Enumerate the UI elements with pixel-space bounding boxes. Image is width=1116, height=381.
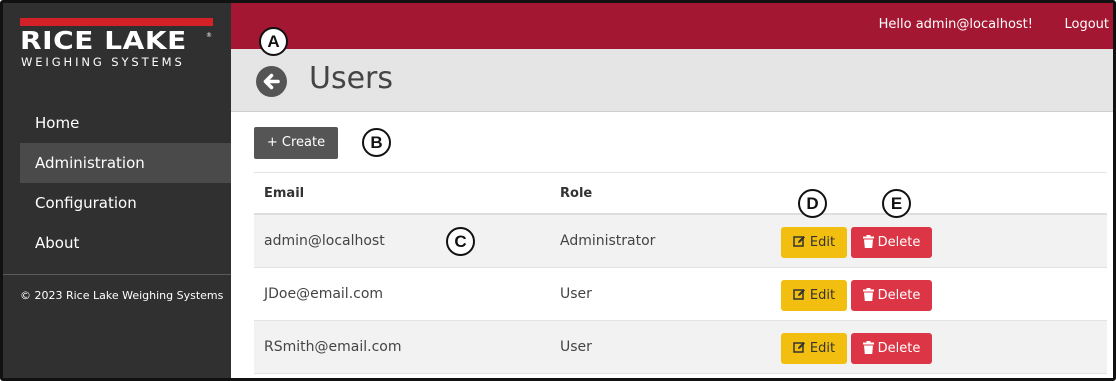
column-header-role: Role [560,186,593,201]
rice-lake-logo: RICE LAKE ® WEIGHING SYSTEMS [20,18,217,78]
callout-c: C [446,227,475,256]
delete-button[interactable]: Delete [851,280,932,311]
create-button[interactable]: + Create [254,127,338,159]
delete-button[interactable]: Delete [851,333,932,364]
edit-label: Edit [809,288,836,303]
delete-label: Delete [877,341,921,356]
logo-tagline: WEIGHING SYSTEMS [21,55,185,69]
logo-red-bar [20,18,213,26]
callout-b: B [362,128,391,157]
sidebar-divider [3,274,231,275]
email-cell: JDoe@email.com [264,286,384,302]
table-row: RSmith@email.com User Edit Delete [254,321,1107,374]
trash-icon [862,288,874,301]
edit-label: Edit [809,341,836,356]
table-row: admin@localhost Administrator Edit Delet… [254,215,1107,268]
edit-icon [793,342,805,353]
copyright-text: © 2023 Rice Lake Weighing Systems [20,289,224,302]
callout-a: A [259,27,288,56]
role-cell: User [560,339,592,355]
role-cell: User [560,286,592,302]
table-header: Email Role [254,172,1107,215]
callout-e: E [882,189,911,218]
app-window: RICE LAKE ® WEIGHING SYSTEMS Home Admini… [0,0,1116,381]
edit-button[interactable]: Edit [781,280,847,311]
callout-d: D [798,189,827,218]
sidebar-item-configuration[interactable]: Configuration [20,183,231,223]
role-cell: Administrator [560,233,656,249]
email-cell: RSmith@email.com [264,339,402,355]
delete-label: Delete [877,235,921,250]
users-table: Email Role admin@localhost Administrator… [254,172,1107,374]
edit-button[interactable]: Edit [781,227,847,258]
page-header: Users [231,49,1113,112]
edit-icon [793,289,805,300]
sidebar-item-administration[interactable]: Administration [20,143,231,183]
user-greeting: Hello admin@localhost! [878,17,1033,32]
email-cell: admin@localhost [264,233,385,249]
column-header-email: Email [264,186,305,201]
trash-icon [862,235,874,248]
delete-label: Delete [877,288,921,303]
trash-icon [862,341,874,354]
logo-brand-name: RICE LAKE [20,26,187,55]
sidebar-item-about[interactable]: About [20,223,231,263]
sidebar-item-home[interactable]: Home [20,103,231,143]
table-row: JDoe@email.com User Edit Delete [254,268,1107,321]
edit-icon [793,236,805,247]
delete-button[interactable]: Delete [851,227,932,258]
page-title: Users [309,61,394,96]
logout-link[interactable]: Logout [1064,17,1109,32]
logo-registered-mark: ® [206,32,212,39]
circle-arrow-left-icon[interactable] [256,66,287,97]
sidebar: RICE LAKE ® WEIGHING SYSTEMS Home Admini… [3,3,231,378]
edit-button[interactable]: Edit [781,333,847,364]
top-bar: Hello admin@localhost! Logout [231,3,1113,49]
sidebar-nav: Home Administration Configuration About [20,103,231,263]
edit-label: Edit [809,235,836,250]
